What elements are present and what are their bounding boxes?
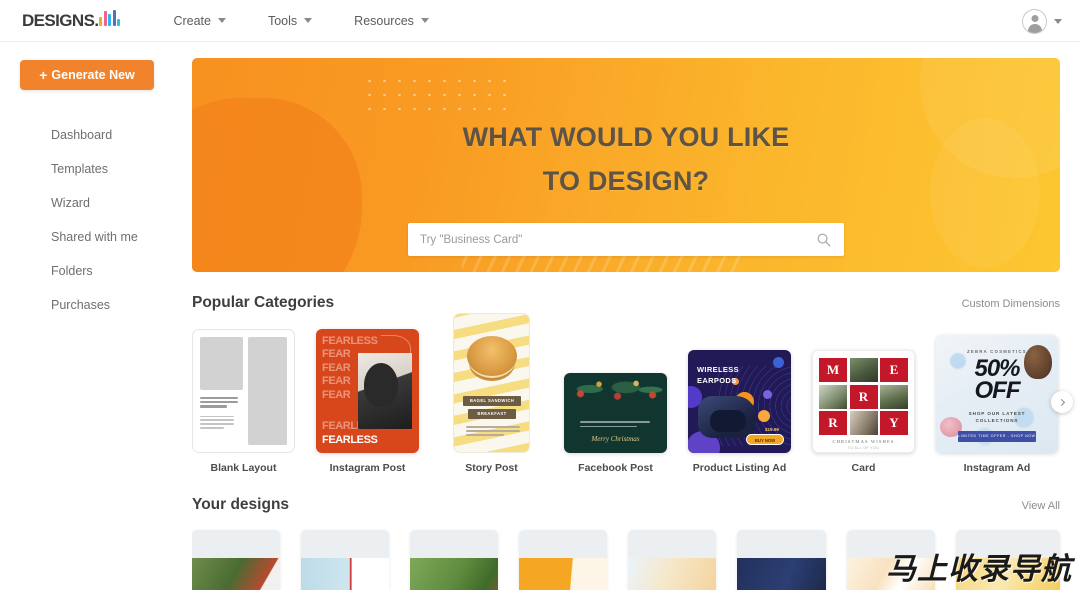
sidebar-item-dashboard[interactable]: Dashboard <box>0 118 192 152</box>
menu-item-create[interactable]: Create <box>173 14 226 28</box>
category-card-card[interactable]: M E R R Y CHRISTMAS WISHES TO ALL OF YOU… <box>812 329 915 474</box>
category-card-story-post[interactable]: BAGEL SANDWICH BREAKFAST Story Post <box>440 313 543 474</box>
card-caption-secondary: TO ALL OF YOU <box>847 445 880 450</box>
popular-categories-title: Popular Categories <box>192 294 335 311</box>
facebook-post-thumbnail: Merry Christmas <box>564 373 667 453</box>
main-menu: Create Tools Resources <box>173 13 429 28</box>
card-letter-e: E <box>889 362 899 377</box>
custom-dimensions-link[interactable]: Custom Dimensions <box>962 298 1060 310</box>
ad-sub-line-2: COLLECTIONS <box>975 417 1019 423</box>
logo-wordmark: DESIGNS. <box>22 11 99 30</box>
ad-sub-line-1: SHOP OUR LATEST <box>968 411 1026 416</box>
design-thumbnail-7[interactable] <box>846 530 935 590</box>
card-letter-y: Y <box>889 415 899 430</box>
design-thumbnail-4[interactable] <box>519 530 608 590</box>
your-designs-title: Your designs <box>192 496 290 513</box>
chevron-right-icon[interactable] <box>1051 391 1073 413</box>
menu-item-resources-label: Resources <box>354 13 414 28</box>
category-label: Instagram Post <box>329 462 406 474</box>
category-card-facebook-post[interactable]: Merry Christmas Facebook Post <box>564 329 667 474</box>
view-all-link[interactable]: View All <box>1022 500 1060 512</box>
menu-item-tools[interactable]: Tools <box>267 13 313 28</box>
category-label: Story Post <box>465 462 518 474</box>
card-letter-m: M <box>826 362 840 377</box>
design-thumbnail-8[interactable] <box>955 530 1060 590</box>
search-input[interactable] <box>408 223 816 257</box>
design-thumbnail-2[interactable] <box>301 530 390 590</box>
sidebar-item-folders[interactable]: Folders <box>0 254 192 288</box>
category-card-blank-layout[interactable]: Blank Layout <box>192 329 295 474</box>
your-designs-header: Your designs View All <box>192 496 1060 514</box>
earpods-text: EARPODS <box>697 375 737 385</box>
plus-icon: + <box>39 67 48 83</box>
design-thumbnail-5[interactable] <box>628 530 717 590</box>
card-caption-primary: CHRISTMAS WISHES <box>832 439 895 444</box>
popular-categories-row: Blank Layout FEARLESS FEAR FEAR FEAR FEAR <box>192 313 1073 474</box>
sidebar-item-wizard[interactable]: Wizard <box>0 186 192 220</box>
ad-brand-text: ZEBRA COSMETICS <box>967 349 1027 354</box>
bagel-sandwich-text: BAGEL SANDWICH <box>469 398 515 403</box>
design-thumbnail-3[interactable] <box>410 530 499 590</box>
design-thumbnail-1[interactable] <box>192 530 281 590</box>
category-card-instagram-post[interactable]: FEARLESS FEAR FEAR FEAR FEAR FEARLESS FEAR… <box>316 329 419 474</box>
top-navigation-bar: DESIGNS. Create Tools Resources <box>0 0 1080 42</box>
story-post-thumbnail: BAGEL SANDWICH BREAKFAST <box>453 313 530 453</box>
breakfast-text: BREAKFAST <box>477 411 507 416</box>
popular-categories-header: Popular Categories Custom Dimensions <box>192 294 1060 312</box>
logo-ai-icon <box>99 10 121 26</box>
blank-layout-thumbnail <box>192 329 295 453</box>
hero-banner: WHAT WOULD YOU LIKE TO DESIGN? <box>192 58 1060 272</box>
generate-new-label: Generate New <box>51 68 135 82</box>
ad-cta-text: LIMITED TIME OFFER - SHOP NOW <box>958 434 1036 438</box>
card-letter-r1: R <box>858 388 869 404</box>
card-letter-r2: R <box>828 415 838 430</box>
category-label: Card <box>851 462 876 474</box>
menu-item-create-label: Create <box>173 13 211 28</box>
merry-christmas-script: Merry Christmas <box>591 435 640 443</box>
hero-title-line-2: TO DESIGN? <box>542 165 710 196</box>
chevron-down-icon <box>420 18 429 23</box>
card-thumbnail: M E R R Y CHRISTMAS WISHES TO ALL OF YOU <box>812 350 915 453</box>
category-label: Instagram Ad <box>963 462 1031 474</box>
hero-title: WHAT WOULD YOU LIKE TO DESIGN? <box>192 58 1060 203</box>
category-label: Facebook Post <box>578 462 653 474</box>
sidebar-nav-list: Dashboard Templates Wizard Shared with m… <box>0 118 192 322</box>
search-icon[interactable] <box>816 232 831 247</box>
sidebar-item-shared-with-me[interactable]: Shared with me <box>0 220 192 254</box>
category-label: Product Listing Ad <box>692 462 787 474</box>
product-price: $19.99 <box>764 427 779 432</box>
generate-new-button[interactable]: + Generate New <box>20 60 154 90</box>
chevron-down-icon <box>304 18 313 23</box>
menu-item-resources[interactable]: Resources <box>354 14 429 28</box>
account-menu[interactable] <box>1022 9 1062 34</box>
menu-item-tools-label: Tools <box>267 13 298 28</box>
hero-title-line-1: WHAT WOULD YOU LIKE <box>462 122 790 152</box>
ad-discount-off: OFF <box>974 377 1021 405</box>
chevron-down-icon <box>217 18 226 23</box>
product-listing-ad-thumbnail: WIRELESS EARPODS $19.99 BUY NOW <box>688 350 791 453</box>
main-content: WHAT WOULD YOU LIKE TO DESIGN? Popular C… <box>192 42 1080 590</box>
instagram-post-thumbnail: FEARLESS FEAR FEAR FEAR FEAR FEARLESS FEAR… <box>316 329 419 453</box>
user-avatar-icon <box>1022 9 1047 34</box>
category-card-product-listing-ad[interactable]: WIRELESS EARPODS $19.99 BUY NOW Product … <box>688 329 791 474</box>
brand-dot-icon <box>773 357 784 368</box>
category-card-instagram-ad[interactable]: ZEBRA COSMETICS 50% OFF SHOP OUR LATEST … <box>936 329 1058 474</box>
category-label: Blank Layout <box>210 462 277 474</box>
your-designs-row <box>192 530 1060 590</box>
instagram-ad-thumbnail: ZEBRA COSMETICS 50% OFF SHOP OUR LATEST … <box>936 335 1058 453</box>
design-thumbnail-6[interactable] <box>737 530 826 590</box>
wireless-text: WIRELESS <box>697 365 739 374</box>
hero-search-box[interactable] <box>408 223 844 257</box>
app-logo[interactable]: DESIGNS. <box>22 10 121 31</box>
sidebar-item-purchases[interactable]: Purchases <box>0 288 192 322</box>
buy-now-badge: BUY NOW <box>754 438 776 443</box>
chevron-down-icon <box>1054 19 1062 24</box>
sidebar: + Generate New Dashboard Templates Wizar… <box>0 42 192 590</box>
sidebar-item-templates[interactable]: Templates <box>0 152 192 186</box>
